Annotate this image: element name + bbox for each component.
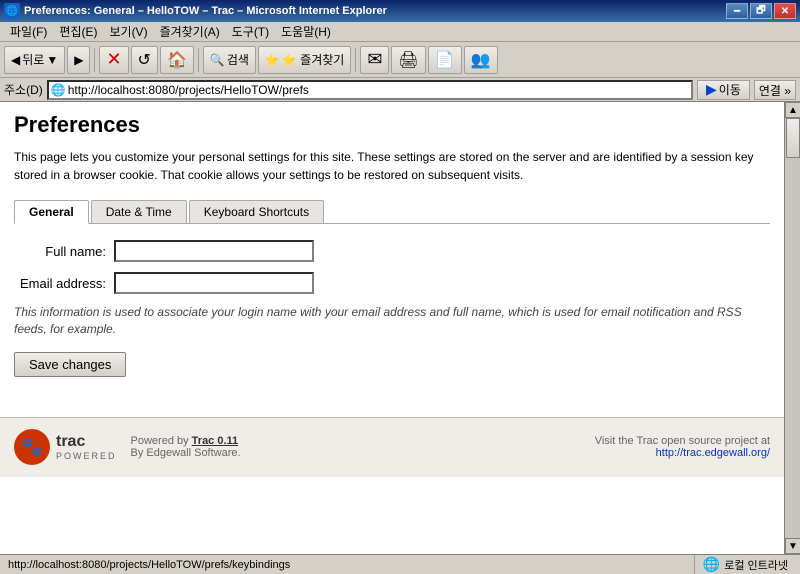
address-label: 주소(D) xyxy=(4,81,43,98)
forward-button[interactable]: ▶ xyxy=(67,46,90,74)
refresh-button[interactable]: ↺ xyxy=(131,46,158,74)
address-input[interactable] xyxy=(68,83,689,97)
discuss-button[interactable]: 👥 xyxy=(464,46,498,74)
go-arrow-icon: ▶ xyxy=(706,81,717,98)
save-button[interactable]: Save changes xyxy=(14,352,126,377)
address-bar: 주소(D) 🌐 ▶ 이동 연결 » xyxy=(0,78,800,102)
footer: 🐾 trac POWERED Powered by Trac 0.11 By E… xyxy=(0,417,784,477)
window-controls: 🗕 🗗 ✕ xyxy=(726,3,796,19)
menu-help[interactable]: 도움말(H) xyxy=(275,22,337,41)
tab-datetime[interactable]: Date & Time xyxy=(91,200,187,223)
print-button[interactable]: 🖨 xyxy=(391,46,425,74)
footer-right: Visit the Trac open source project at ht… xyxy=(595,435,770,459)
menu-view[interactable]: 보기(V) xyxy=(103,22,153,41)
mail-icon: ✉ xyxy=(367,49,382,70)
forward-icon: ▶ xyxy=(74,53,83,67)
go-button[interactable]: ▶ 이동 xyxy=(697,80,750,100)
trac-brand-text: trac xyxy=(56,433,117,451)
tab-general[interactable]: General xyxy=(14,200,89,224)
zone-label: 로컬 인트라넷 xyxy=(724,557,788,573)
trac-url-link[interactable]: http://trac.edgewall.org/ xyxy=(656,447,770,459)
title-bar: 🌐 Preferences: General – HelloTOW – Trac… xyxy=(0,0,800,22)
tabs: General Date & Time Keyboard Shortcuts xyxy=(14,200,770,224)
back-button[interactable]: ◀ 뒤로 ▼ xyxy=(4,46,65,74)
links-button[interactable]: 연결 » xyxy=(754,80,796,100)
by-edgewall-text: By Edgewall Software. xyxy=(131,447,241,459)
status-url: http://localhost:8080/projects/HelloTOW/… xyxy=(4,559,694,571)
separator-1 xyxy=(94,48,95,72)
stop-button[interactable]: ✕ xyxy=(99,46,128,74)
search-icon: 🔍 xyxy=(210,53,225,67)
scroll-down-button[interactable]: ▼ xyxy=(785,538,800,554)
discuss-icon: 👥 xyxy=(471,50,491,70)
back-dropdown-icon: ▼ xyxy=(46,53,58,67)
trac-brand: trac POWERED xyxy=(56,433,117,461)
minimize-button[interactable]: 🗕 xyxy=(726,3,748,19)
menu-file[interactable]: 파일(F) xyxy=(4,22,53,41)
search-button[interactable]: 🔍 검색 xyxy=(203,46,256,74)
menu-edit[interactable]: 편집(E) xyxy=(53,22,103,41)
fullname-row: Full name: xyxy=(14,240,770,262)
scrollbar: ▲ ▼ xyxy=(784,102,800,554)
back-icon: ◀ xyxy=(11,53,20,67)
menu-tools[interactable]: 도구(T) xyxy=(226,22,275,41)
form-note: This information is used to associate yo… xyxy=(14,304,770,338)
search-label: 검색 xyxy=(227,51,249,68)
home-button[interactable]: 🏠 xyxy=(160,46,194,74)
visit-text: Visit the Trac open source project at xyxy=(595,435,770,447)
scroll-track[interactable] xyxy=(785,118,800,538)
main-wrapper: Preferences This page lets you customize… xyxy=(0,102,800,554)
email-label: Email address: xyxy=(14,276,114,291)
powered-label: POWERED xyxy=(56,451,117,461)
footer-logo: 🐾 trac POWERED Powered by Trac 0.11 By E… xyxy=(14,429,241,465)
links-dropdown-icon: » xyxy=(784,84,791,98)
edit-icon: 📄 xyxy=(435,50,455,70)
browser-icon: 🌐 xyxy=(4,3,20,19)
stop-icon: ✕ xyxy=(106,49,121,70)
home-icon: 🏠 xyxy=(167,50,187,70)
favorites-label: ⭐ 즐겨찾기 xyxy=(282,51,344,68)
favorites-icon: ⭐ xyxy=(265,53,280,67)
address-input-wrapper: 🌐 xyxy=(47,80,693,100)
mail-button[interactable]: ✉ xyxy=(360,46,389,74)
separator-3 xyxy=(355,48,356,72)
page-title: Preferences xyxy=(14,112,770,138)
powered-by-label: Powered by xyxy=(131,435,189,447)
fullname-input[interactable] xyxy=(114,240,314,262)
menu-bar: 파일(F) 편집(E) 보기(V) 즐겨찾기(A) 도구(T) 도움말(H) xyxy=(0,22,800,42)
go-label: 이동 xyxy=(719,81,741,98)
back-label: 뒤로 xyxy=(22,51,44,68)
scroll-up-button[interactable]: ▲ xyxy=(785,102,800,118)
email-input[interactable] xyxy=(114,272,314,294)
fullname-label: Full name: xyxy=(14,244,114,259)
email-row: Email address: xyxy=(14,272,770,294)
toolbar: ◀ 뒤로 ▼ ▶ ✕ ↺ 🏠 🔍 검색 ⭐ ⭐ 즐겨찾기 ✉ 🖨 📄 👥 xyxy=(0,42,800,78)
scroll-thumb[interactable] xyxy=(786,118,800,158)
favorites-button[interactable]: ⭐ ⭐ 즐겨찾기 xyxy=(258,46,351,74)
zone-icon: 🌐 xyxy=(703,556,720,573)
page-description: This page lets you customize your person… xyxy=(14,148,770,184)
window-title: Preferences: General – HelloTOW – Trac –… xyxy=(24,5,726,17)
close-button[interactable]: ✕ xyxy=(774,3,796,19)
footer-powered-text: Powered by Trac 0.11 By Edgewall Softwar… xyxy=(131,435,241,459)
refresh-icon: ↺ xyxy=(138,50,151,70)
restore-button[interactable]: 🗗 xyxy=(750,3,772,19)
separator-2 xyxy=(198,48,199,72)
status-bar: http://localhost:8080/projects/HelloTOW/… xyxy=(0,554,800,574)
trac-version-link[interactable]: Trac 0.11 xyxy=(192,435,239,447)
page-favicon: 🌐 xyxy=(51,83,66,97)
status-zone: 🌐 로컬 인트라넷 xyxy=(694,555,796,574)
page-content: Preferences This page lets you customize… xyxy=(0,102,784,554)
menu-favorites[interactable]: 즐겨찾기(A) xyxy=(154,22,226,41)
trac-paw-icon: 🐾 xyxy=(14,429,50,465)
links-label: 연결 xyxy=(759,84,781,98)
tab-keyboard[interactable]: Keyboard Shortcuts xyxy=(189,200,324,223)
print-icon: 🖨 xyxy=(398,50,418,70)
edit-button[interactable]: 📄 xyxy=(428,46,462,74)
